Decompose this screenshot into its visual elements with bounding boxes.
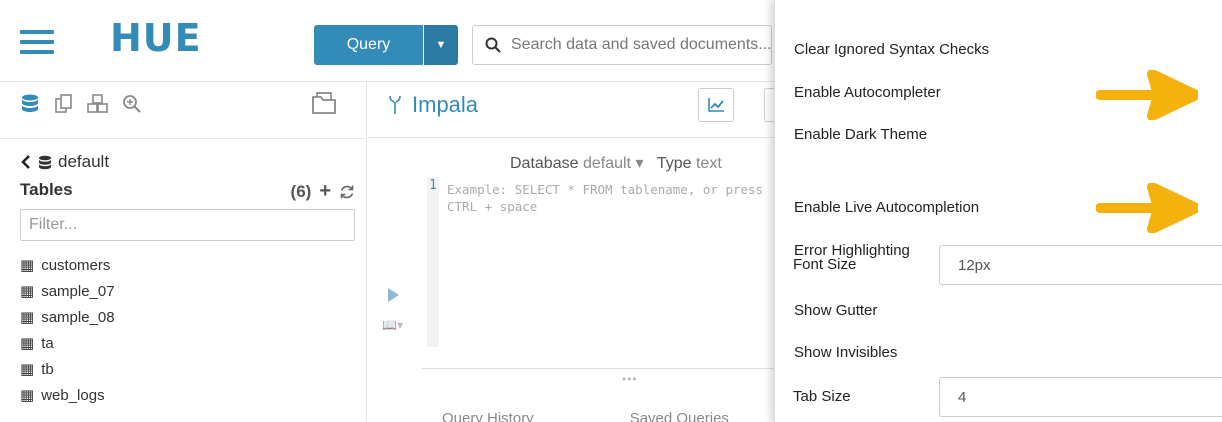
type-select[interactable]: text	[696, 155, 722, 172]
table-grid-icon: ▦	[20, 283, 35, 300]
tab-saved-queries[interactable]: Saved Queries	[630, 410, 729, 422]
caret-down-icon: ▾	[635, 155, 644, 172]
assist-divider	[0, 138, 366, 139]
resize-grip-icon[interactable]: •••	[622, 372, 638, 386]
database-breadcrumb[interactable]: default	[20, 152, 109, 172]
table-grid-icon: ▦	[20, 309, 35, 326]
assist-panel: default Tables (6) + Filter... ▦ customer…	[0, 82, 367, 422]
assist-icon-bar	[18, 92, 144, 116]
tab-size-input[interactable]: 4	[939, 377, 1222, 417]
query-dropdown-caret-icon[interactable]: ▼	[424, 25, 458, 65]
search-icon	[485, 37, 501, 53]
filter-placeholder: Filter...	[29, 216, 78, 233]
editor-settings-popover: Clear Ignored Syntax Checks Enable Autoc…	[774, 0, 1222, 422]
line-number: 1	[429, 178, 437, 193]
tab-size-label-row: Tab Size	[793, 387, 851, 405]
search-input[interactable]: Search data and saved documents...	[472, 25, 772, 65]
table-grid-icon: ▦	[20, 361, 35, 378]
table-item[interactable]: ▦ ta	[20, 330, 115, 356]
refresh-icon[interactable]	[339, 184, 355, 200]
editor-results-divider	[422, 368, 774, 369]
code-editor[interactable]: Example: SELECT * FROM tablename, or pre…	[447, 181, 777, 215]
tab-query-history[interactable]: Query History	[442, 410, 534, 422]
documents-icon[interactable]	[52, 92, 76, 116]
editor-title: Impala	[388, 92, 478, 118]
tables-count: (6)	[290, 181, 312, 201]
add-table-icon[interactable]: +	[319, 180, 331, 203]
query-button[interactable]: Query	[314, 25, 423, 65]
table-item[interactable]: ▦ customers	[20, 252, 115, 278]
tables-header: Tables (6) +	[20, 180, 355, 203]
tables-meta: (6) +	[291, 180, 355, 203]
table-grid-icon: ▦	[20, 257, 35, 274]
setting-autocompleter: Enable Autocompleter ✔	[794, 83, 941, 101]
hamburger-menu-icon[interactable]	[20, 30, 54, 54]
setting-dark-theme: Enable Dark Theme	[794, 125, 928, 143]
editor-header: Impala	[368, 82, 784, 138]
database-small-icon	[39, 155, 51, 169]
tables-label: Tables	[20, 180, 73, 199]
execute-play-icon[interactable]	[388, 288, 399, 302]
table-grid-icon: ▦	[20, 387, 35, 404]
table-item[interactable]: ▦ web_logs	[20, 382, 115, 408]
font-size-label-row: Font Size	[793, 255, 857, 273]
folder-icon[interactable]	[310, 90, 338, 116]
setting-show-gutter: Show Gutter ✔	[794, 301, 878, 319]
line-chart-icon	[708, 98, 724, 112]
zoom-search-icon[interactable]	[120, 92, 144, 116]
search-placeholder: Search data and saved documents...	[511, 36, 772, 53]
bottom-tabs: Query History Saved Queries	[442, 410, 729, 422]
chevron-left-icon	[21, 155, 30, 169]
setting-live-autocompletion: Enable Live Autocompletion ✔	[794, 198, 980, 216]
table-item[interactable]: ▦ sample_07	[20, 278, 115, 304]
table-grid-icon: ▦	[20, 335, 35, 352]
chart-button[interactable]	[698, 88, 734, 122]
table-filter-input[interactable]: Filter...	[20, 209, 355, 241]
snippet-book-icon[interactable]: 📖▾	[382, 318, 412, 334]
database-select[interactable]: default	[583, 155, 631, 172]
font-size-input[interactable]: 12px	[939, 245, 1222, 285]
cubes-icon[interactable]	[86, 92, 110, 116]
table-item[interactable]: ▦ tb	[20, 356, 115, 382]
setting-clear-ignored: Clear Ignored Syntax Checks	[794, 40, 990, 58]
database-selector[interactable]: Database default ▾ Type text	[510, 153, 722, 173]
editor-gutter	[427, 177, 439, 347]
impala-label: Impala	[412, 92, 479, 117]
setting-show-invisibles: Show Invisibles	[794, 343, 898, 361]
impala-icon	[389, 95, 401, 114]
database-name: default	[58, 152, 110, 171]
database-icon[interactable]	[18, 92, 42, 116]
table-item[interactable]: ▦ sample_08	[20, 304, 115, 330]
table-list: ▦ customers ▦ sample_07 ▦ sample_08 ▦ ta ▦ tb…	[20, 252, 115, 408]
hue-logo[interactable]: HUE	[110, 16, 202, 60]
